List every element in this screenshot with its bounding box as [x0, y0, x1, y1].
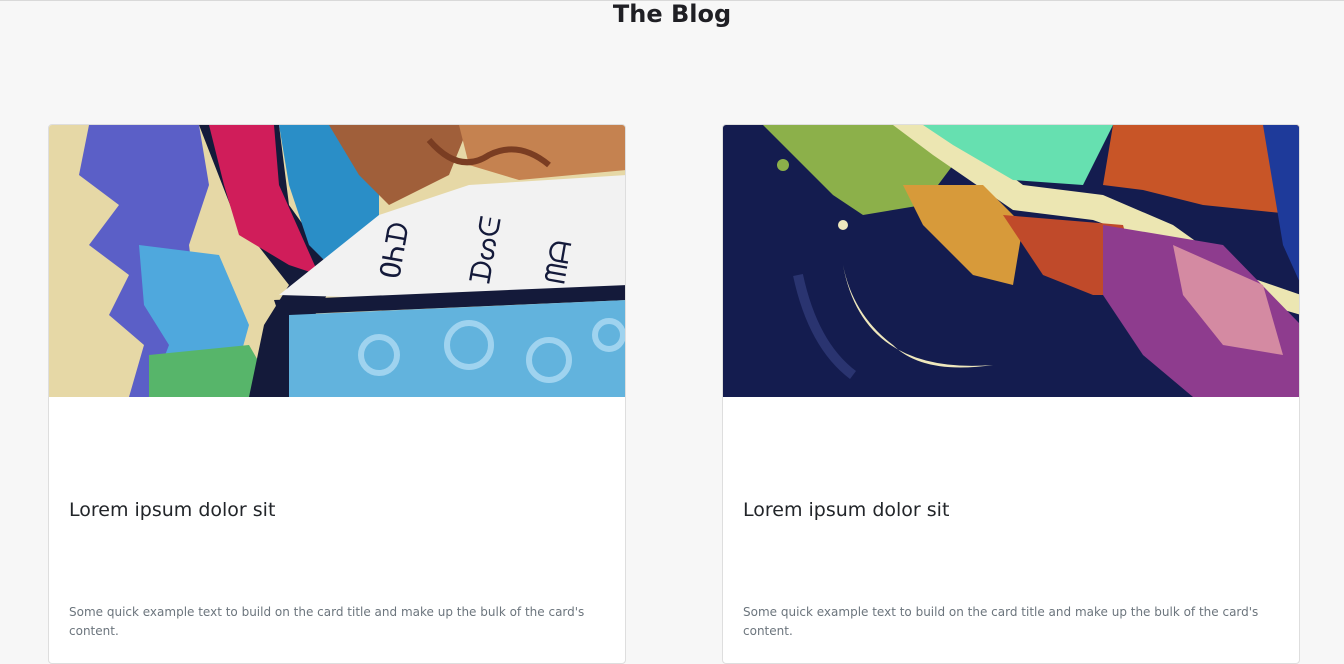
card-text: Some quick example text to build on the …	[69, 605, 585, 638]
card-text: Some quick example text to build on the …	[743, 605, 1259, 638]
blog-card[interactable]: OᏂᗪ ᗪᔕᕮ ᗰᗩ Lorem ipsum dolor sit Some qu…	[48, 124, 626, 664]
blog-card[interactable]: Lorem ipsum dolor sit Some quick example…	[722, 124, 1300, 664]
card-image[interactable]	[723, 125, 1300, 397]
page-title: The Blog	[612, 0, 732, 28]
card-image[interactable]: OᏂᗪ ᗪᔕᕮ ᗰᗩ	[49, 125, 626, 397]
card-title[interactable]: Lorem ipsum dolor sit	[69, 498, 275, 522]
card-title[interactable]: Lorem ipsum dolor sit	[743, 498, 949, 522]
